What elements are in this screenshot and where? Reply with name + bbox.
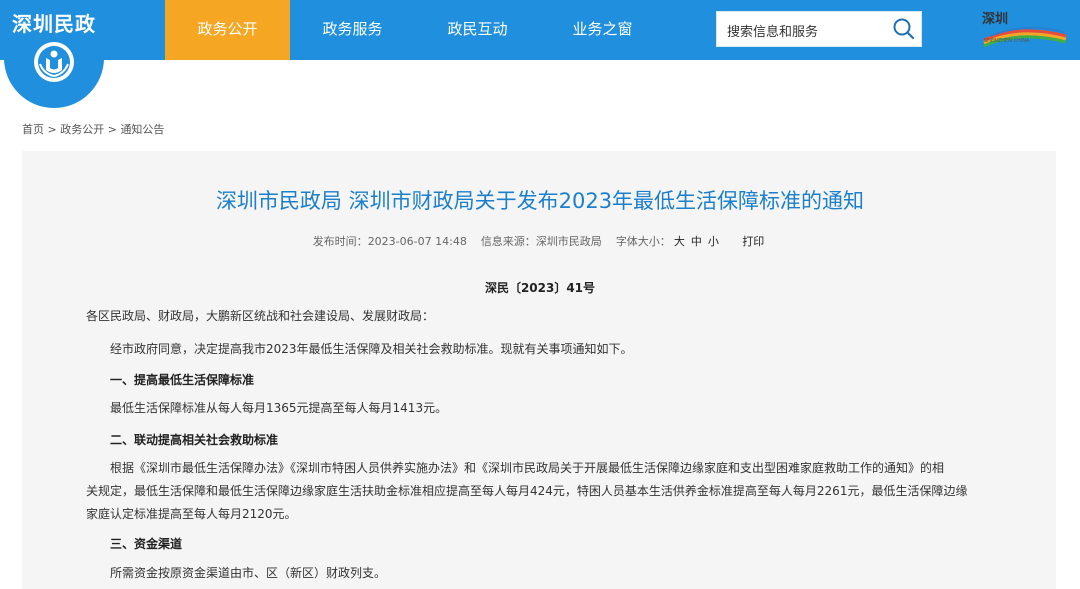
breadcrumb-separator: > (104, 123, 121, 136)
article-title: 深圳市民政局 深圳市财政局关于发布2023年最低生活保障标准的通知 (215, 189, 865, 213)
section-heading-1: 一、提高最低生活保障标准 (110, 373, 255, 387)
font-size-medium[interactable]: 中 (691, 235, 702, 248)
paragraph-1: 最低生活保障标准从每人每月1365元提高至每人每月1413元。 (110, 401, 448, 415)
section-heading-2: 二、联动提高相关社会救助标准 (110, 433, 279, 447)
font-size-label: 字体大小： (615, 235, 671, 248)
main-nav: 政务公开 政务服务 政民互动 业务之窗 (165, 0, 665, 60)
nav-item-government-affairs[interactable]: 政务公开 (165, 0, 290, 60)
paragraph-3: 所需资金按原资金渠道由市、区（新区）财政列支。 (110, 566, 387, 580)
paragraph-2-line-2: 关规定，最低生活保障和最低生活保障边缘家庭生活扶助金标准相应提高至每人每月424… (86, 484, 968, 498)
nav-item-interaction[interactable]: 政民互动 (415, 0, 540, 60)
section-heading-3: 三、资金渠道 (110, 537, 183, 551)
intro-paragraph: 经市政府同意，决定提高我市2023年最低生活保障及相关社会救助标准。现就有关事项… (110, 342, 633, 356)
publish-label: 发布时间： (312, 235, 368, 248)
site-logo[interactable]: 深圳民政 (0, 0, 108, 108)
source-value: 深圳市民政局 (535, 235, 602, 248)
breadcrumb-home[interactable]: 首页 (22, 123, 44, 136)
addressee: 各区民政局、财政局，大鹏新区统战和社会建设局、发展财政局： (86, 309, 435, 323)
search-icon[interactable] (891, 16, 917, 42)
breadcrumb: 首页 > 政务公开 > 通知公告 (22, 121, 164, 137)
article-meta: 发布时间：2023-06-07 14:48 信息来源：深圳市民政局 字体大小：大… (0, 233, 1080, 249)
document-number: 深民〔2023〕41号 (484, 281, 596, 295)
logo-text: 深圳民政 (12, 12, 96, 36)
search-input[interactable]: 搜索信息和服务 (727, 21, 818, 40)
font-size-small[interactable]: 小 (708, 235, 719, 248)
font-size-large[interactable]: 大 (674, 235, 685, 248)
shenzhen-brand-logo: 深圳 SHENZHEN CHINA (980, 10, 1070, 48)
civil-affairs-emblem-icon (34, 42, 74, 82)
paragraph-2-line-1: 根据《深圳市最低生活保障办法》《深圳市特困人员供养实施办法》和《深圳市民政局关于… (110, 461, 945, 475)
breadcrumb-separator: > (44, 123, 61, 136)
nav-item-government-services[interactable]: 政务服务 (290, 0, 415, 60)
paragraph-2-line-3: 家庭认定标准提高至每人每月2120元。 (86, 507, 297, 521)
breadcrumb-section[interactable]: 政务公开 (60, 123, 104, 136)
nav-item-business-window[interactable]: 业务之窗 (540, 0, 665, 60)
print-link[interactable]: 打印 (742, 235, 764, 248)
search-box[interactable]: 搜索信息和服务 (716, 11, 922, 47)
breadcrumb-current[interactable]: 通知公告 (120, 123, 164, 136)
brand-cn-text: 深圳 (982, 12, 1009, 27)
publish-time: 2023-06-07 14:48 (367, 235, 467, 248)
source-label: 信息来源： (480, 235, 536, 248)
brand-en-text: SHENZHEN CHINA (984, 38, 1030, 44)
